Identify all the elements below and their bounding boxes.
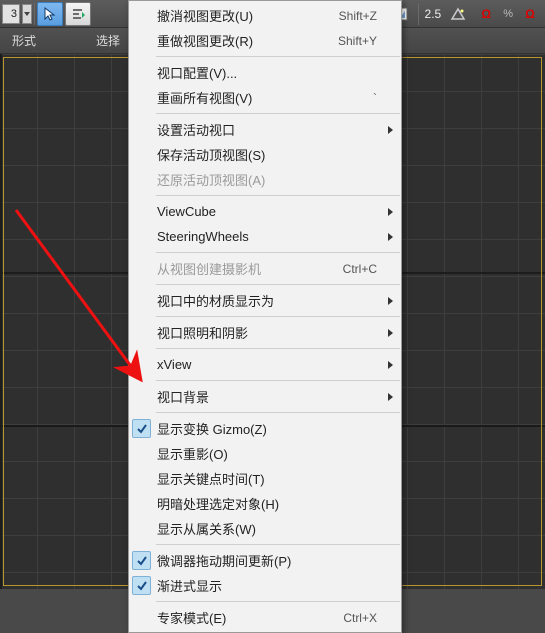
mi-redo-view[interactable]: 重做视图更改(R)Shift+Y — [129, 28, 401, 53]
mi-save-top-view[interactable]: 保存活动顶视图(S) — [129, 142, 401, 167]
align-button[interactable] — [65, 2, 91, 26]
cursor-select-button[interactable] — [37, 2, 63, 26]
axis-vertical — [0, 54, 2, 589]
mi-steeringwheels[interactable]: SteeringWheels — [129, 224, 401, 249]
mi-show-dependencies[interactable]: 显示从属关系(W) — [129, 516, 401, 541]
mi-expert-mode[interactable]: 专家模式(E)Ctrl+X — [129, 605, 401, 630]
mi-viewport-background[interactable]: 视口背景 — [129, 384, 401, 409]
mi-update-during-spinner-drag[interactable]: 微调器拖动期间更新(P) — [129, 548, 401, 573]
mi-viewcube[interactable]: ViewCube — [129, 199, 401, 224]
mi-undo-view[interactable]: 撤消视图更改(U)Shift+Z — [129, 3, 401, 28]
row2-label-select: 选择 — [96, 32, 120, 49]
mi-restore-top-view: 还原活动顶视图(A) — [129, 167, 401, 192]
zoom-value: 2.5 — [425, 7, 442, 21]
mi-show-ghosting[interactable]: 显示重影(O) — [129, 441, 401, 466]
check-icon — [132, 576, 151, 595]
mi-material-display[interactable]: 视口中的材质显示为 — [129, 288, 401, 313]
triangle-icon[interactable] — [447, 3, 469, 25]
mi-show-key-times[interactable]: 显示关键点时间(T) — [129, 466, 401, 491]
mi-set-active-viewport[interactable]: 设置活动视口 — [129, 117, 401, 142]
mi-create-camera: 从视图创建摄影机Ctrl+C — [129, 256, 401, 281]
mi-redraw-all[interactable]: 重画所有视图(V)` — [129, 85, 401, 110]
mi-show-gizmo[interactable]: 显示变换 Gizmo(Z) — [129, 416, 401, 441]
mi-viewport-config[interactable]: 视口配置(V)... — [129, 60, 401, 85]
magnet-icon[interactable]: Ω — [475, 3, 497, 25]
mi-lighting-shadows[interactable]: 视口照明和阴影 — [129, 320, 401, 345]
percent-label: % — [503, 8, 513, 20]
check-icon — [132, 551, 151, 570]
mi-progressive-display[interactable]: 渐进式显示 — [129, 573, 401, 598]
row2-label-style: 形式 — [12, 32, 36, 49]
mi-shade-selected[interactable]: 明暗处理选定对象(H) — [129, 491, 401, 516]
toolbar-dropdown[interactable] — [22, 4, 32, 24]
viewport-context-menu: 撤消视图更改(U)Shift+Z 重做视图更改(R)Shift+Y 视口配置(V… — [128, 0, 402, 633]
toolbar-numeric-field[interactable]: 3 — [2, 4, 20, 24]
check-icon — [132, 419, 151, 438]
magnet2-icon[interactable]: Ω — [519, 3, 541, 25]
mi-xview[interactable]: xView — [129, 352, 401, 377]
